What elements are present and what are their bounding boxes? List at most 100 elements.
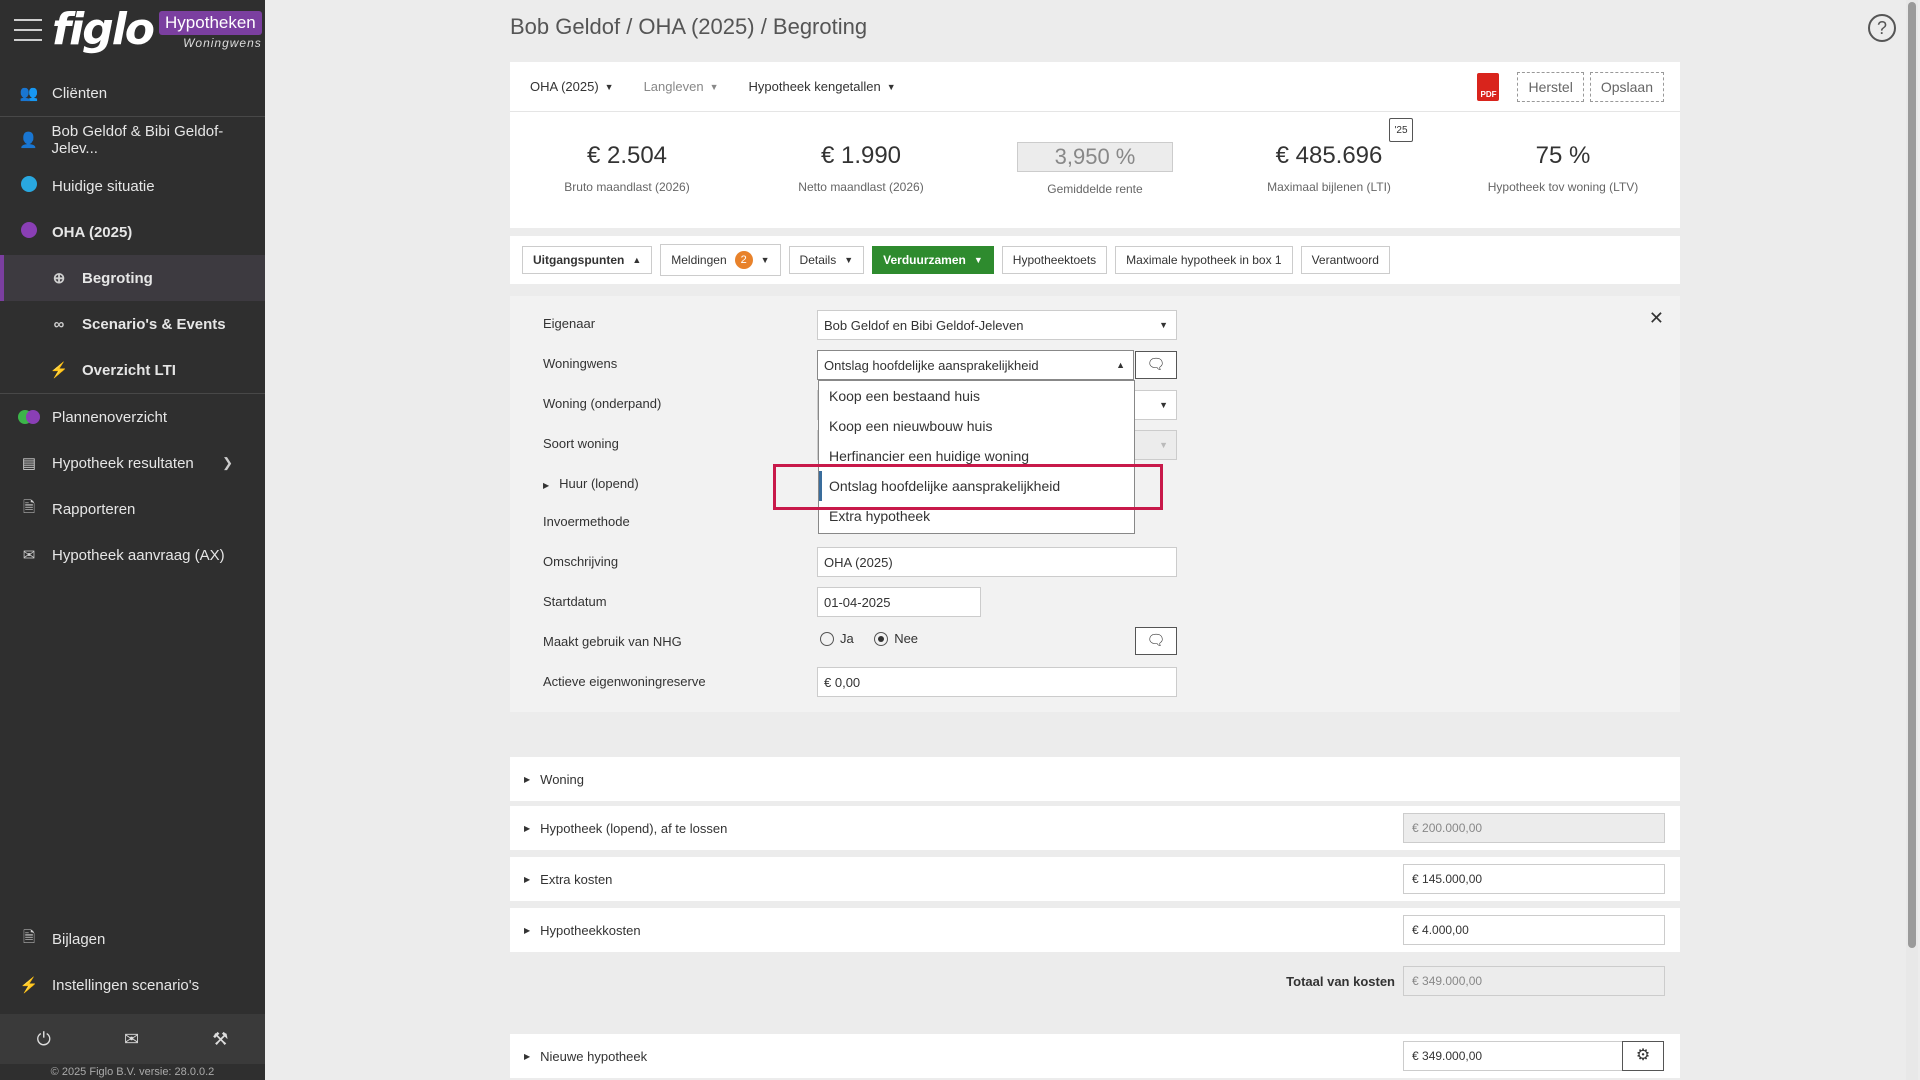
blue-dot-icon — [18, 176, 40, 196]
sidebar-item-rapporteren[interactable]: 🗎 Rapporteren — [0, 486, 265, 532]
chevron-down-icon[interactable]: ❯ — [222, 455, 233, 471]
caret-down-icon: ▼ — [709, 81, 719, 92]
help-icon[interactable]: ? — [1868, 14, 1896, 42]
tab-uitgangspunten[interactable]: Uitgangspunten ▲ — [522, 246, 653, 274]
nhg-nee-radio[interactable]: Nee — [874, 631, 918, 646]
sidebar-item-bijlagen[interactable]: 🗎 Bijlagen — [0, 916, 265, 962]
eigenaar-select[interactable]: Bob Geldof en Bibi Geldof-Jeleven ▼ — [817, 310, 1177, 340]
dropdown-option-selected[interactable]: Ontslag hoofdelijke aansprakelijkheid — [819, 471, 1134, 501]
kpi-value: 75 % — [1535, 142, 1591, 169]
users-icon: 👥 — [19, 85, 39, 102]
sidebar-item-overzicht-lti[interactable]: ⚡ Overzicht LTI — [0, 347, 265, 393]
scrollbar-thumb[interactable] — [1908, 2, 1916, 948]
dropdown-option[interactable]: Extra hypotheek — [819, 501, 1134, 531]
caret-down-icon: ▼ — [886, 81, 896, 92]
caret-right-icon: ▶ — [524, 823, 531, 833]
tab-meldingen[interactable]: Meldingen 2 ▼ — [660, 244, 781, 276]
power-icon[interactable]: ⏻ — [37, 1029, 51, 1050]
sidebar-item-huidige-situatie[interactable]: Huidige situatie — [0, 163, 265, 209]
totaal-row: Totaal van kosten € 349.000,00 — [510, 959, 1680, 1003]
woning-label: Woning (onderpand) — [543, 396, 662, 411]
radio-circle — [874, 631, 889, 646]
scrollbar[interactable] — [1906, 0, 1918, 1080]
dropdown-option[interactable]: Koop een nieuwbouw huis — [819, 411, 1134, 441]
reserve-input[interactable]: € 0,00 — [817, 667, 1177, 697]
radio-label: Ja — [840, 631, 854, 646]
currency-symbol: € — [824, 674, 832, 690]
sidebar-item-label: OHA (2025) — [52, 223, 133, 241]
nhg-ja-radio[interactable]: Ja — [820, 631, 854, 646]
opslaan-button[interactable]: Opslaan — [1589, 72, 1664, 102]
dropdown-option[interactable]: Herfinancier een huidige woning — [819, 441, 1134, 471]
kengetallen-dropdown[interactable]: Hypotheek kengetallen ▼ — [749, 79, 896, 94]
startdatum-input[interactable]: 01-04-2025 — [817, 587, 981, 617]
sidebar-item-hypotheek-resultaten[interactable]: ▤ Hypotheek resultaten ❯ — [0, 440, 265, 486]
omschrijving-input[interactable]: OHA (2025) — [817, 547, 1177, 577]
sidebar-item-label: Bijlagen — [52, 930, 106, 948]
hypotheekkosten-amount[interactable]: € 4.000,00 — [1403, 915, 1665, 945]
sidebar-item-scenarios-events[interactable]: ∞ Scenario's & Events — [0, 301, 265, 347]
tab-hypotheektoets[interactable]: Hypotheektoets — [1001, 246, 1108, 274]
comment-icon[interactable]: 🗨 — [1135, 351, 1177, 379]
woningwens-select[interactable]: Ontslag hoofdelijke aansprakelijkheid ▲ — [817, 350, 1134, 380]
calendar-icon[interactable]: '25 — [1389, 118, 1413, 142]
sidebar-item-oha[interactable]: OHA (2025) — [0, 209, 265, 255]
pdf-icon[interactable]: PDF — [1477, 73, 1500, 101]
tab-details[interactable]: Details ▼ — [788, 246, 865, 274]
extra-kosten-amount[interactable]: € 145.000,00 — [1403, 864, 1665, 894]
section-woning[interactable]: ▶ Woning — [510, 757, 1680, 801]
brand-box: Hypotheken Woningwens — [159, 10, 262, 50]
dropdown-option[interactable]: Koop een bestaand huis — [819, 381, 1134, 411]
woningwens-label: Woningwens — [543, 356, 618, 371]
comment-icon[interactable]: 🗨 — [1135, 627, 1177, 655]
sidebar-item-instellingen[interactable]: ⚡ Instellingen scenario's — [0, 962, 265, 1008]
reserve-value: 0,00 — [834, 674, 861, 690]
kpi-ltv: 75 % Hypotheek tov woning (LTV) — [1446, 112, 1680, 228]
section-hypotheek-lopend[interactable]: ▶ Hypotheek (lopend), af te lossen € 200.… — [510, 806, 1680, 850]
hypotheek-lopend-amount: € 200.000,00 — [1403, 813, 1665, 843]
kpi-label: Maximaal bijlenen (LTI) — [1267, 180, 1391, 194]
tab-verantwoord[interactable]: Verantwoord — [1300, 246, 1390, 274]
caret-right-icon: ▶ — [543, 481, 550, 490]
tools-icon[interactable]: ⚒ — [212, 1029, 228, 1050]
plan-dropdown[interactable]: OHA (2025) ▼ — [530, 79, 614, 94]
sidebar-item-label: Plannenoverzicht — [52, 408, 168, 426]
startdatum-label: Startdatum — [543, 594, 607, 609]
caret-up-icon: ▲ — [1116, 360, 1125, 370]
eigenaar-label: Eigenaar — [543, 316, 596, 331]
sidebar-item-client-name[interactable]: 👤 Bob Geldof & Bibi Geldof-Jelev... — [0, 117, 265, 163]
amount-value: 145.000,00 — [1422, 872, 1483, 886]
sidebar-item-clienten[interactable]: 👥 Cliënten — [0, 70, 265, 116]
woningwens-dropdown: Koop een bestaand huis Koop een nieuwbou… — [818, 380, 1135, 534]
tab-verduurzamen[interactable]: Verduurzamen ▼ — [872, 246, 994, 274]
gear-icon[interactable]: ⚙ — [1622, 1041, 1664, 1071]
kpi-netto: € 1.990 Netto maandlast (2026) — [744, 112, 978, 228]
kpi-bruto: € 2.504 Bruto maandlast (2026) — [510, 112, 744, 228]
nieuwe-hypotheek-amount[interactable]: € 349.000,00 — [1403, 1041, 1623, 1071]
section-nieuwe-hypotheek[interactable]: ▶ Nieuwe hypotheek € 349.000,00 ⚙ — [510, 1034, 1680, 1078]
close-icon[interactable]: ✕ — [1649, 308, 1664, 329]
sidebar-item-begroting[interactable]: ⊕ Begroting — [0, 255, 265, 301]
tab-max-box1[interactable]: Maximale hypotheek in box 1 — [1115, 246, 1293, 274]
langleven-dropdown-label: Langleven — [643, 79, 704, 94]
sidebar-item-label: Instellingen scenario's — [52, 976, 200, 994]
sidebar-item-plannenoverzicht[interactable]: Plannenoverzicht — [0, 394, 265, 440]
mail-icon[interactable]: ✉ — [124, 1029, 139, 1050]
copyright: © 2025 Figlo B.V. versie: 28.0.0.2 — [50, 1066, 215, 1078]
sidebar-item-label: Scenario's & Events — [82, 315, 226, 333]
section-extra-kosten[interactable]: ▶ Extra kosten € 145.000,00 — [510, 857, 1680, 901]
kpi-label: Hypotheek tov woning (LTV) — [1487, 180, 1639, 194]
radio-circle — [820, 631, 834, 646]
invoermethode-label: Invoermethode — [543, 514, 630, 529]
hamburger-menu-icon[interactable] — [14, 19, 42, 41]
currency-symbol: € — [1412, 1049, 1419, 1063]
section-hypotheekkosten[interactable]: ▶ Hypotheekkosten € 4.000,00 — [510, 908, 1680, 952]
omschrijving-value: OHA (2025) — [824, 554, 893, 570]
caret-right-icon: ▶ — [524, 1051, 531, 1061]
caret-right-icon: ▶ — [524, 774, 531, 784]
figlo-logo[interactable]: figlo — [52, 8, 155, 52]
herstel-button[interactable]: Herstel — [1517, 72, 1584, 102]
sidebar-item-hypotheek-aanvraag[interactable]: ✉ Hypotheek aanvraag (AX) — [0, 532, 265, 578]
huur-toggle[interactable]: ▶ Huur (lopend) — [543, 476, 639, 491]
langleven-dropdown[interactable]: Langleven ▼ — [644, 79, 719, 94]
